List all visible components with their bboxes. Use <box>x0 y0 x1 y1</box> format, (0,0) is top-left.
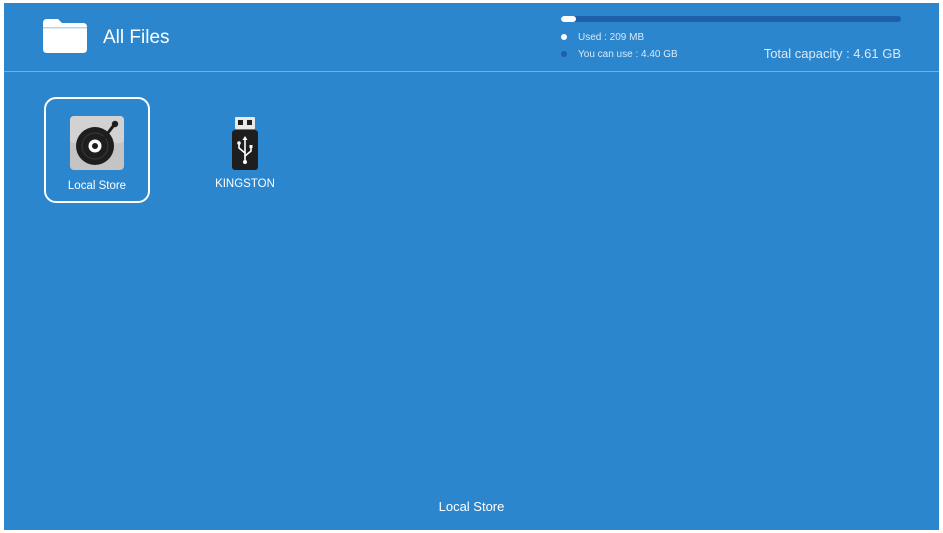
total-capacity: Total capacity : 4.61 GB <box>763 46 901 61</box>
device-tile-local-store[interactable]: Local Store <box>44 97 150 203</box>
header-bar: All Files Used : 209 MB You can use : 4.… <box>4 3 939 71</box>
device-label: Local Store <box>67 180 127 192</box>
folder-icon <box>43 19 87 53</box>
legend-available: You can use : 4.40 GB <box>561 47 678 61</box>
used-label: Used : 209 MB <box>578 31 645 43</box>
available-label: You can use : 4.40 GB <box>578 48 678 60</box>
legend-used: Used : 209 MB <box>561 30 644 44</box>
page-title: All Files <box>103 27 170 48</box>
storage-used-fill <box>561 16 577 22</box>
disc-drive-icon <box>70 116 124 170</box>
storage-usage-bar <box>561 16 901 22</box>
available-dot-icon <box>561 51 567 57</box>
file-manager-screen: All Files Used : 209 MB You can use : 4.… <box>4 3 939 530</box>
usb-drive-icon <box>232 117 258 170</box>
used-dot-icon <box>561 34 567 40</box>
header-divider <box>4 71 939 72</box>
device-tile-kingston[interactable]: KINGSTON <box>192 97 298 203</box>
device-label: KINGSTON <box>215 178 275 190</box>
status-bar-text: Local Store <box>438 499 505 514</box>
